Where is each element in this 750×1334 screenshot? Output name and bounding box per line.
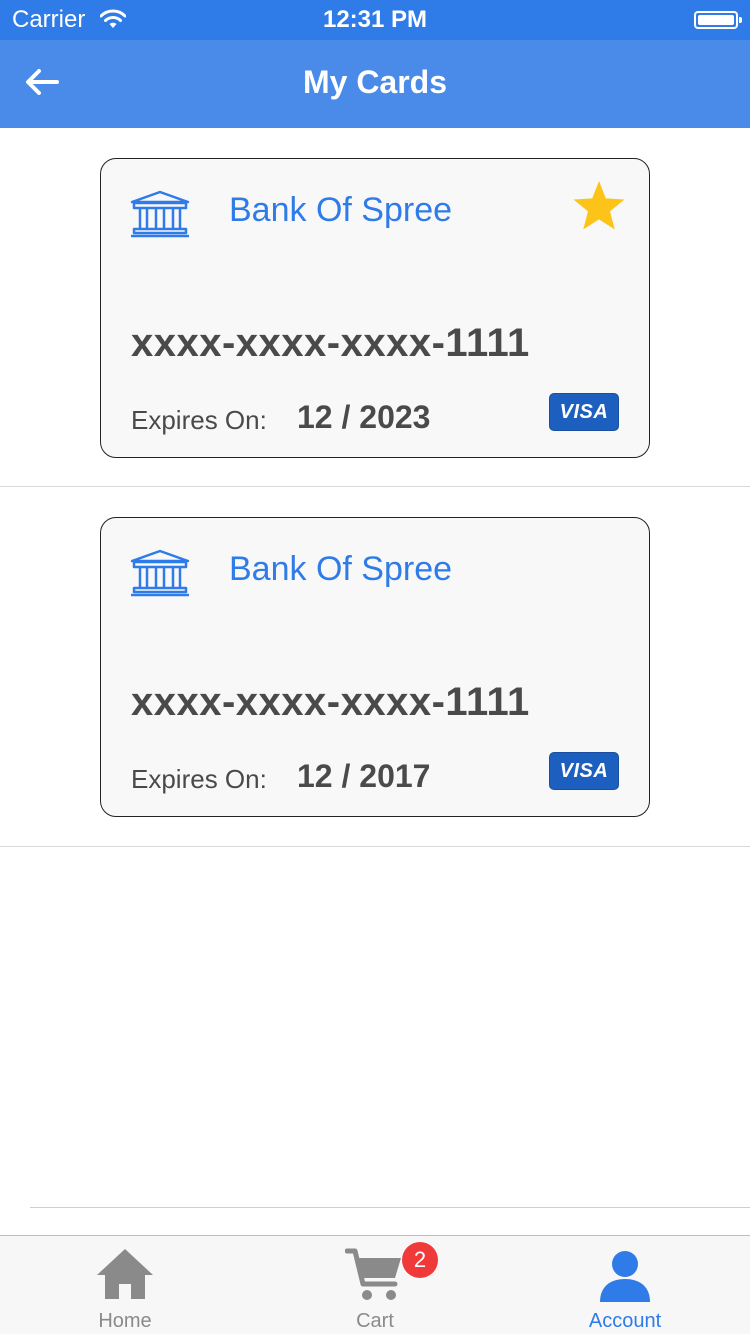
page-title: My Cards	[302, 64, 448, 100]
tab-home-label: Home	[98, 1310, 152, 1332]
divider	[30, 1207, 750, 1208]
card-row: Bank Of Spree xxxx-xxxx-xxxx-1111 Expire…	[0, 487, 750, 847]
card-number: xxxx-xxxx-xxxx-1111	[131, 321, 530, 365]
expiry-date: 12 / 2017	[297, 758, 431, 794]
default-card-star-icon[interactable]	[571, 179, 627, 233]
bank-name: Bank Of Spree	[229, 550, 453, 588]
expires-label: Expires On:	[131, 764, 267, 794]
visa-logo-icon: VISA	[549, 752, 619, 790]
tab-cart[interactable]: 2 Cart	[250, 1236, 500, 1334]
tab-account-label: Account	[588, 1310, 662, 1332]
payment-card[interactable]: Bank Of Spree xxxx-xxxx-xxxx-1111 Expire…	[100, 517, 650, 817]
visa-logo-icon: VISA	[549, 393, 619, 431]
tab-cart-label: Cart	[356, 1310, 394, 1332]
home-icon	[97, 1249, 153, 1299]
expires-label: Expires On:	[131, 405, 267, 435]
payment-card[interactable]: Bank Of Spree xxxx-xxxx-xxxx-1111 Expire…	[100, 158, 650, 458]
cart-icon	[345, 1248, 401, 1300]
bank-name: Bank Of Spree	[229, 191, 453, 229]
tab-bar: Home 2 Cart Account	[0, 1235, 750, 1334]
expiry-date: 12 / 2023	[297, 399, 431, 435]
my-cards-screen: Carrier 12:31 PM My Cards Bank Of Spree …	[0, 0, 750, 1334]
tab-account[interactable]: Account	[500, 1236, 750, 1334]
status-bar: Carrier 12:31 PM	[0, 0, 750, 40]
tab-home[interactable]: Home	[0, 1236, 250, 1334]
bank-icon	[130, 549, 190, 597]
account-icon	[600, 1251, 650, 1302]
card-list: Bank Of Spree xxxx-xxxx-xxxx-1111 Expire…	[0, 128, 750, 847]
nav-bar: My Cards	[0, 40, 750, 128]
bank-icon	[130, 190, 190, 238]
card-row: Bank Of Spree xxxx-xxxx-xxxx-1111 Expire…	[0, 128, 750, 487]
status-time: 12:31 PM	[322, 6, 428, 33]
card-number: xxxx-xxxx-xxxx-1111	[131, 680, 530, 724]
cart-count-badge: 2	[402, 1242, 438, 1278]
battery-icon	[694, 11, 742, 29]
